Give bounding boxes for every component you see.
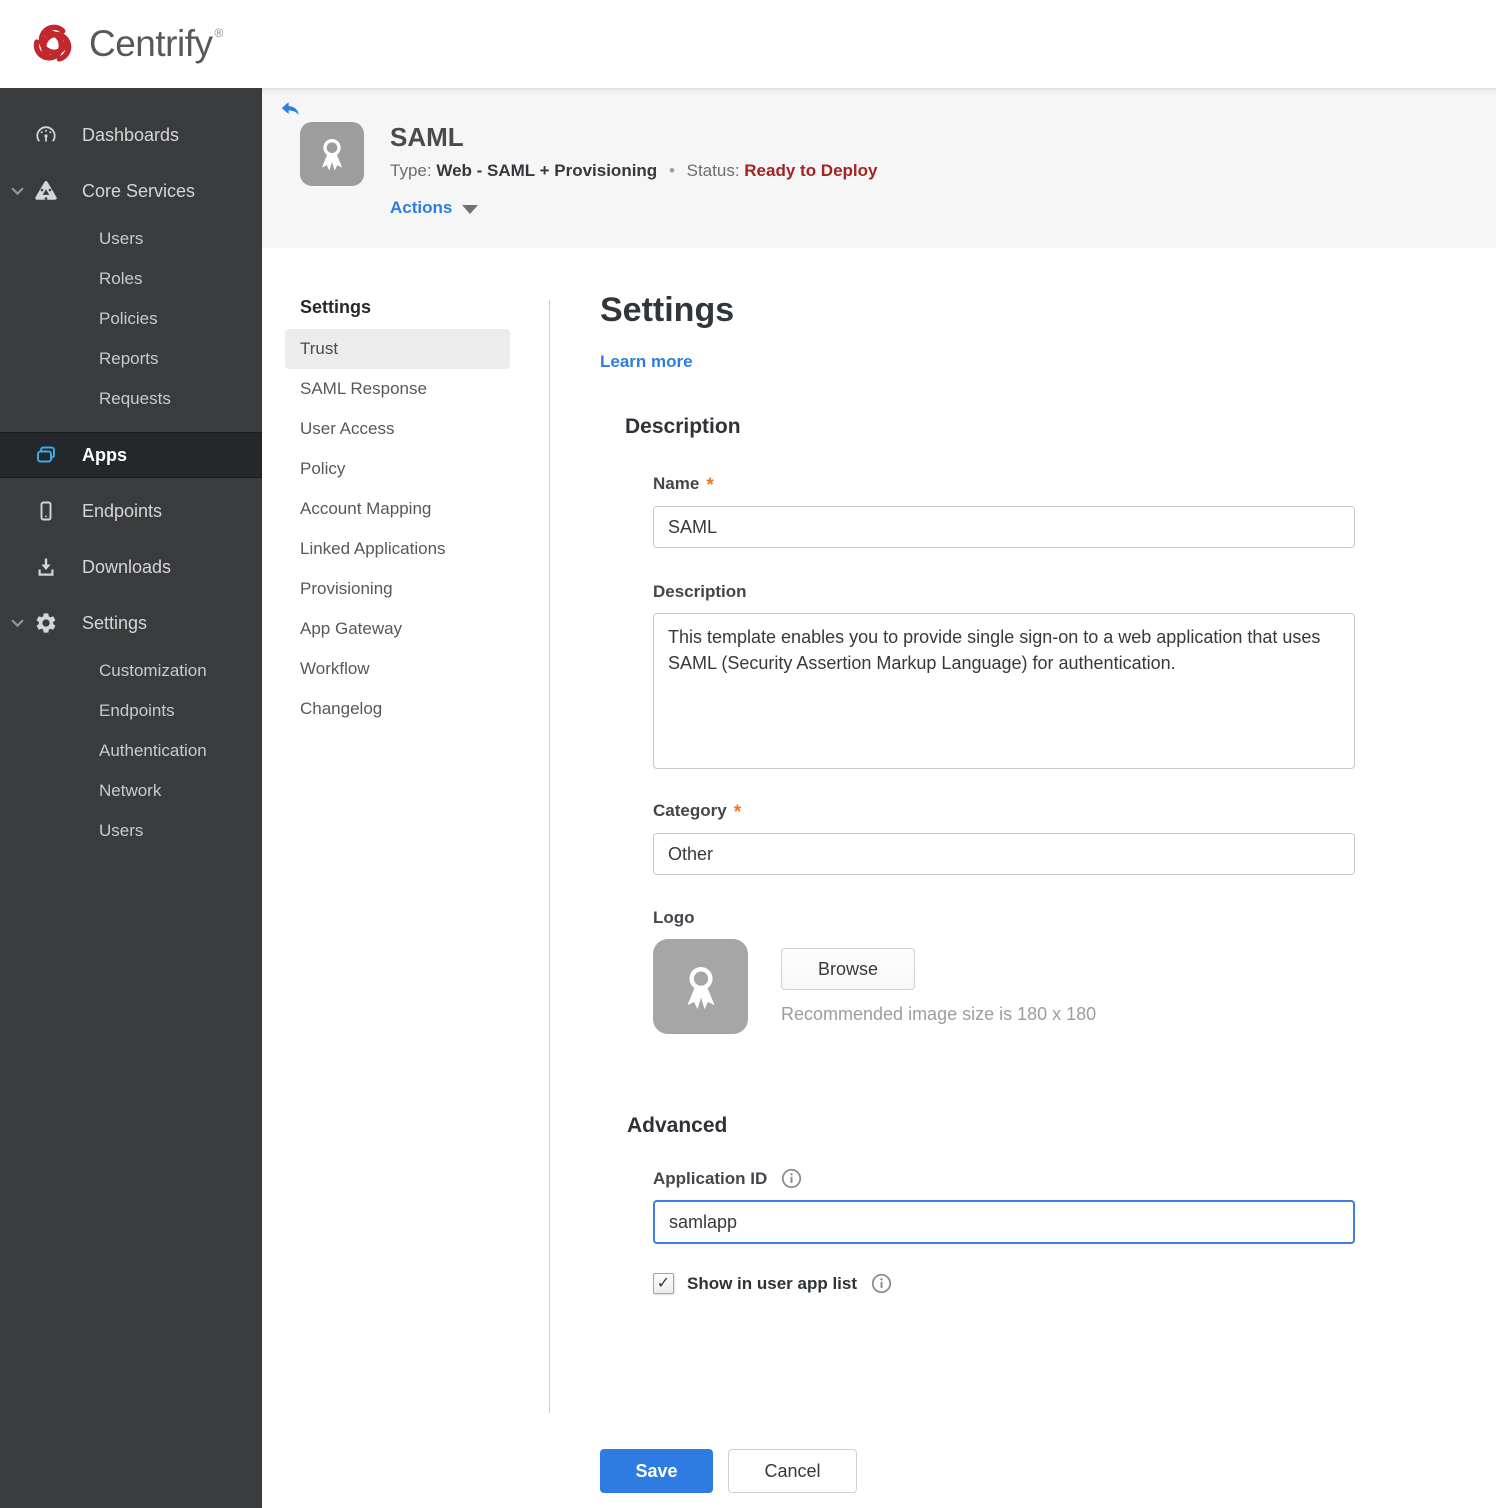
logo-preview	[653, 939, 748, 1034]
downloads-icon	[34, 555, 58, 579]
sidebar-item-label: Downloads	[82, 556, 172, 577]
ribbon-award-icon	[321, 139, 343, 171]
actions-dropdown[interactable]: Actions	[390, 198, 479, 218]
checkmark-icon: ✓	[656, 1274, 671, 1292]
endpoints-phone-icon	[34, 499, 58, 523]
app-header: SAML Type: Web - SAML + Provisioning • S…	[262, 88, 1496, 248]
gear-icon	[34, 611, 58, 635]
brand-registered-mark: ®	[214, 26, 224, 40]
settings-title: Settings	[600, 291, 735, 329]
sidebar-item-users[interactable]: Users	[0, 219, 262, 259]
sidebar-item-roles[interactable]: Roles	[0, 259, 262, 299]
sidebar-item-endpoints[interactable]: Endpoints	[0, 483, 262, 539]
actions-label: Actions	[390, 198, 453, 217]
status-label: Status:	[686, 161, 740, 180]
core-services-icon	[34, 179, 58, 203]
sidebar-item-core-services[interactable]: Core Services	[0, 163, 262, 219]
sidebar-item-dashboards[interactable]: Dashboards	[0, 107, 262, 163]
application-id-label: Application ID	[653, 1168, 768, 1188]
save-button[interactable]: Save	[600, 1449, 713, 1493]
subnav-item-workflow[interactable]: Workflow	[285, 649, 510, 689]
subnav-item-trust[interactable]: Trust	[285, 329, 510, 369]
sidebar-item-apps[interactable]: Apps	[0, 432, 262, 478]
sidebar-item-requests[interactable]: Requests	[0, 379, 262, 419]
subnav-item-account-mapping[interactable]: Account Mapping	[285, 489, 510, 529]
settings-subnav: Settings Trust SAML Response User Access…	[262, 248, 549, 1508]
logo-label: Logo	[653, 908, 695, 927]
learn-more-link[interactable]: Learn more	[600, 352, 693, 372]
required-marker: *	[733, 802, 742, 823]
description-section-heading: Description	[625, 415, 741, 438]
subnav-heading: Settings	[300, 297, 372, 317]
sidebar-item-label: Apps	[82, 444, 127, 465]
sidebar-item-settings-endpoints[interactable]: Endpoints	[0, 691, 262, 731]
brand-name: Centrify	[89, 23, 213, 64]
info-icon[interactable]	[871, 1273, 892, 1294]
app-logo	[300, 122, 364, 186]
centrify-swirl-icon	[33, 24, 72, 62]
recommended-size-text: Recommended image size is 180 x 180	[781, 1004, 1097, 1024]
sidebar-item-label: Core Services	[82, 180, 196, 201]
sidebar-item-authentication[interactable]: Authentication	[0, 731, 262, 771]
brand-logo[interactable]: Centrify ®	[27, 18, 223, 70]
sidebar: Dashboards Core Services Users Roles Pol…	[0, 88, 262, 1508]
meta-separator: •	[668, 161, 675, 180]
application-id-field[interactable]	[653, 1200, 1355, 1244]
content-area: SAML Type: Web - SAML + Provisioning • S…	[262, 88, 1496, 1508]
apps-icon	[34, 443, 58, 467]
subnav-item-saml-response[interactable]: SAML Response	[285, 369, 510, 409]
sidebar-item-reports[interactable]: Reports	[0, 339, 262, 379]
subnav-item-policy[interactable]: Policy	[285, 449, 510, 489]
category-label: Category	[653, 801, 727, 820]
back-arrow-icon[interactable]	[278, 98, 302, 122]
info-icon[interactable]	[781, 1168, 802, 1189]
name-field[interactable]	[653, 506, 1355, 548]
subnav-item-app-gateway[interactable]: App Gateway	[285, 609, 510, 649]
sidebar-item-downloads[interactable]: Downloads	[0, 539, 262, 595]
chevron-down-icon[interactable]	[0, 187, 34, 196]
subnav-item-user-access[interactable]: User Access	[285, 409, 510, 449]
settings-form: Settings Learn more Description Name * D…	[550, 248, 1355, 1508]
sidebar-item-policies[interactable]: Policies	[0, 299, 262, 339]
sidebar-item-customization[interactable]: Customization	[0, 651, 262, 691]
sidebar-item-network[interactable]: Network	[0, 771, 262, 811]
ribbon-award-icon	[686, 966, 715, 1009]
dashboards-gauge-icon	[34, 123, 58, 147]
top-bar: Centrify ®	[0, 0, 1496, 88]
sidebar-item-label: Endpoints	[82, 500, 163, 521]
subnav-item-linked-applications[interactable]: Linked Applications	[285, 529, 510, 569]
sidebar-item-settings-users[interactable]: Users	[0, 811, 262, 851]
show-in-user-app-list-label: Show in user app list	[687, 1273, 858, 1293]
advanced-section-heading: Advanced	[627, 1114, 728, 1137]
show-in-user-app-list-checkbox[interactable]: ✓	[653, 1273, 674, 1294]
sidebar-item-label: Settings	[82, 612, 148, 633]
required-marker: *	[706, 475, 714, 496]
cancel-button[interactable]: Cancel	[728, 1449, 857, 1493]
description-label: Description	[653, 582, 747, 601]
browse-button[interactable]: Browse	[781, 948, 915, 990]
page-title: SAML	[390, 122, 464, 152]
subnav-item-changelog[interactable]: Changelog	[285, 689, 510, 729]
name-label: Name	[653, 474, 700, 493]
chevron-down-icon[interactable]	[0, 619, 34, 628]
type-value: Web - SAML + Provisioning	[436, 161, 658, 180]
category-field[interactable]	[653, 833, 1355, 875]
centrify-admin-screen: Centrify ® Dashboards Core Services User…	[0, 0, 1496, 1508]
type-label: Type:	[390, 161, 432, 180]
show-in-user-app-list-row: ✓ Show in user app list	[653, 1273, 1355, 1294]
sidebar-item-settings[interactable]: Settings	[0, 595, 262, 651]
status-badge: Ready to Deploy	[744, 161, 878, 180]
subnav-item-provisioning[interactable]: Provisioning	[285, 569, 510, 609]
sidebar-item-label: Dashboards	[82, 124, 180, 145]
app-meta-row: Type: Web - SAML + Provisioning • Status…	[390, 161, 877, 181]
caret-down-icon	[462, 204, 479, 214]
description-field[interactable]: This template enables you to provide sin…	[653, 613, 1355, 769]
